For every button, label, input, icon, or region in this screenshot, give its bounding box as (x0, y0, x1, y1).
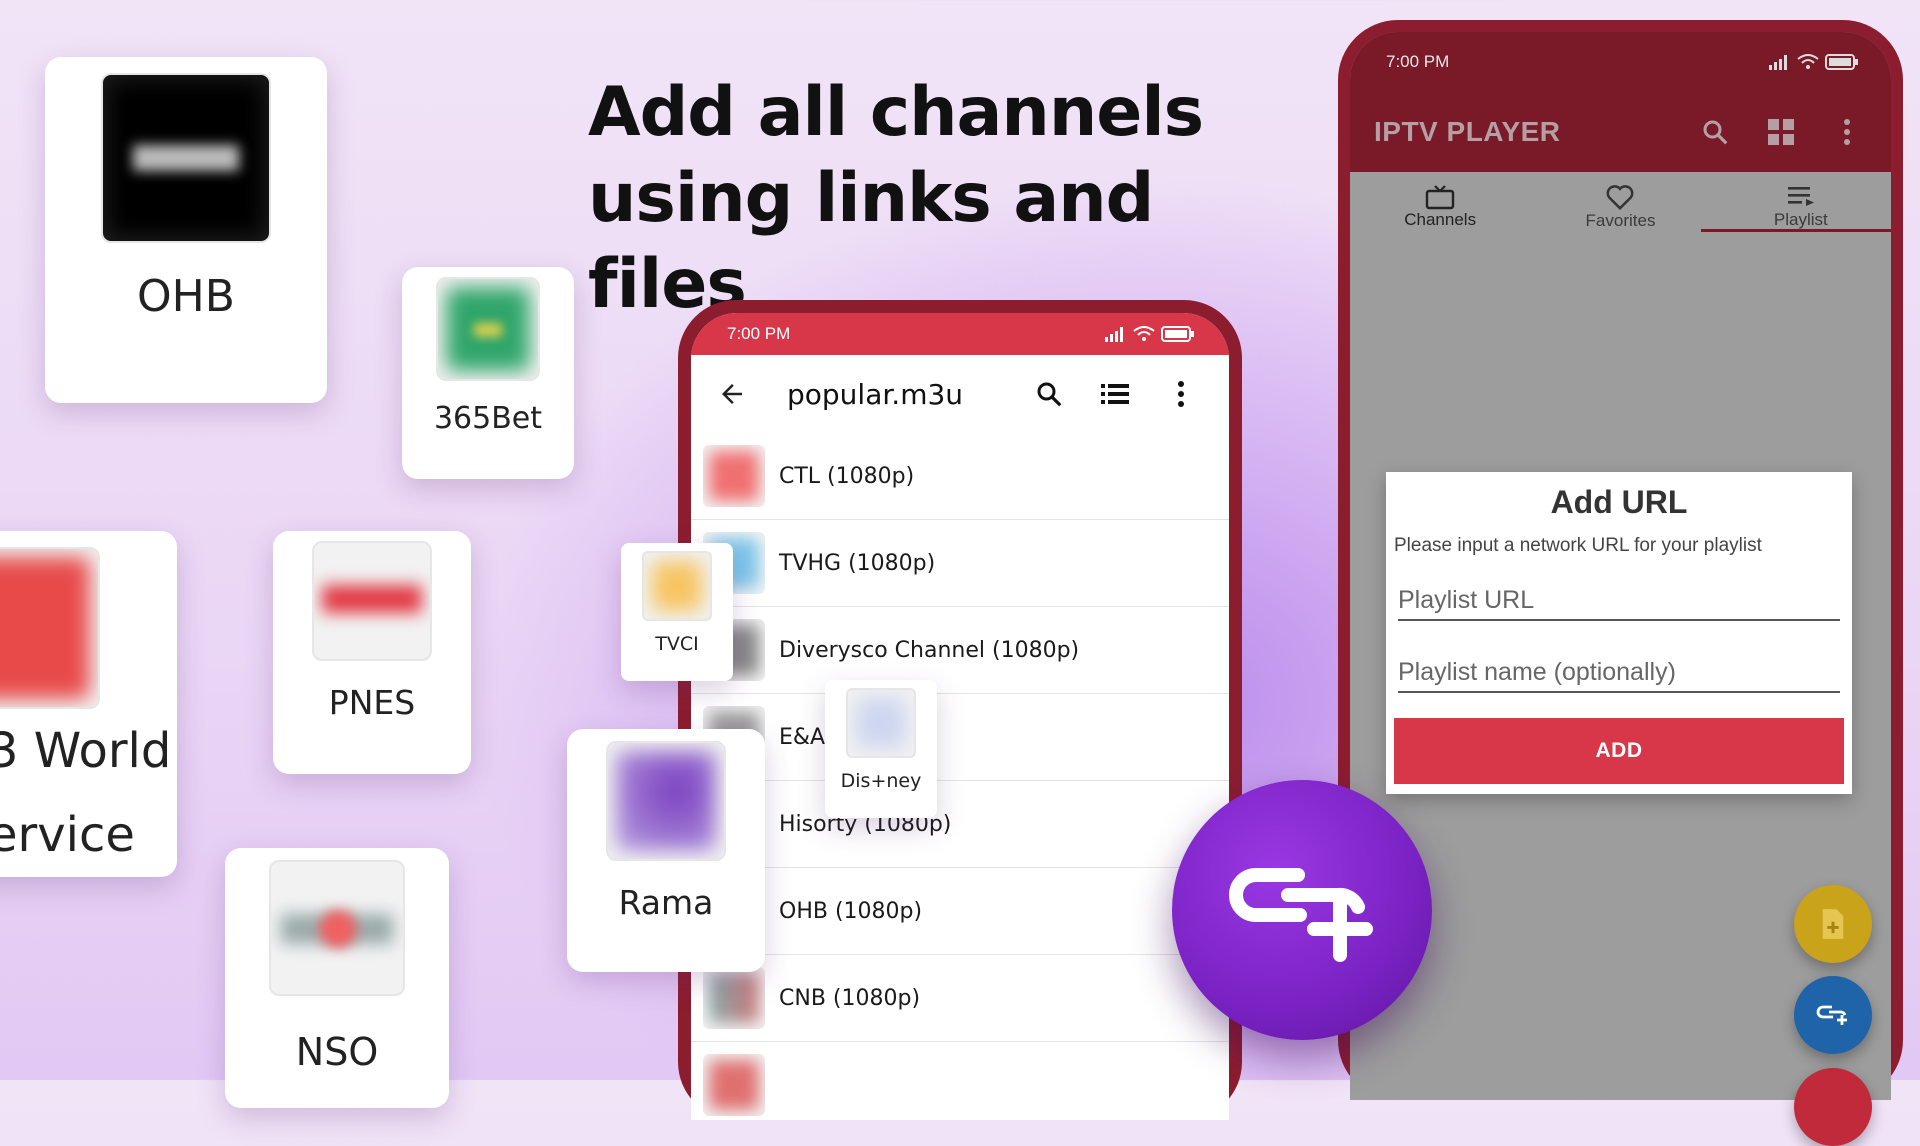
channel-name: 3 World ervice (0, 709, 171, 877)
battery-icon (1825, 54, 1858, 70)
channel-name: NSO (295, 1030, 379, 1074)
search-icon (1703, 120, 1728, 145)
tab-channels[interactable]: Channels (1350, 172, 1530, 242)
channel-name: Dis+ney (840, 770, 922, 792)
add-button[interactable]: ADD (1394, 718, 1844, 784)
add-link-fab[interactable] (1172, 780, 1432, 1040)
status-bar: 7:00 PM (1350, 32, 1891, 92)
channel-logo (0, 547, 100, 709)
list-icon (1101, 384, 1129, 404)
active-tab-indicator (1701, 229, 1891, 232)
channel-row[interactable]: TVHG (1080p) (691, 520, 1229, 607)
channel-card-world-service[interactable]: 3 World ervice (0, 531, 177, 877)
tab-bar: Channels Favorites Playlist (1350, 172, 1891, 242)
toolbar: popular.m3u (691, 355, 1229, 433)
phone-screen: 7:00 PM popular.m3u CTL (1080p) TVHG (10… (691, 313, 1229, 1120)
channel-logo (846, 688, 916, 758)
heart-icon (1607, 185, 1634, 211)
channel-row[interactable]: OHB (1080p) (691, 868, 1229, 955)
channel-thumbnail (703, 967, 765, 1029)
tab-label: Favorites (1585, 211, 1656, 230)
tab-label: Channels (1404, 210, 1477, 229)
add-link-icon (1816, 1005, 1847, 1025)
channel-card-ohb[interactable]: OHB (45, 57, 327, 403)
more-vert-icon (1844, 119, 1850, 145)
app-bar: IPTV PLAYER (1350, 92, 1891, 172)
channel-label: Diverysco Channel (1080p) (779, 637, 1080, 663)
channel-logo (101, 73, 271, 243)
headline-line-1: Add all channels (588, 73, 1204, 152)
tab-favorites[interactable]: Favorites (1530, 172, 1710, 242)
channel-row[interactable] (691, 1042, 1229, 1120)
more-options-button[interactable] (1159, 372, 1203, 416)
playlist-title: popular.m3u (787, 377, 964, 411)
channel-list: CTL (1080p) TVHG (1080p) Diverysco Chann… (691, 433, 1229, 1120)
channel-name: Rama (618, 883, 714, 922)
channel-name-line-2: ervice (0, 807, 135, 863)
grid-icon (1768, 119, 1794, 145)
add-url-fab[interactable] (1794, 976, 1872, 1054)
add-url-dialog: Add URL Please input a network URL for y… (1386, 472, 1852, 794)
channel-name: TVCI (655, 633, 699, 655)
channel-logo (269, 860, 405, 996)
channel-name: 365Bet (433, 401, 543, 436)
channel-row[interactable]: CNB (1080p) (691, 955, 1229, 1042)
playlist-url-input[interactable]: Playlist URL (1398, 586, 1840, 621)
channel-row[interactable]: E&A (691, 694, 1229, 781)
channel-logo (436, 277, 540, 381)
battery-icon (1161, 326, 1194, 342)
channel-label: TVHG (1080p) (779, 550, 936, 576)
playlist-name-input[interactable]: Playlist name (optionally) (1398, 658, 1840, 693)
signal-icon (1769, 55, 1787, 70)
channel-name: PNES (328, 683, 416, 722)
channel-row[interactable]: Diverysco Channel (1080p) (691, 607, 1229, 694)
channel-card-disney[interactable]: Dis+ney (825, 680, 937, 818)
channel-label: CNB (1080p) (779, 985, 921, 1011)
channel-name: OHB (137, 271, 235, 322)
wifi-icon (1133, 326, 1155, 341)
back-arrow-icon[interactable] (717, 379, 747, 409)
channel-card-365bet[interactable]: 365Bet (402, 267, 574, 479)
app-title: IPTV PLAYER (1374, 116, 1561, 147)
status-bar: 7:00 PM (691, 313, 1229, 355)
search-button[interactable] (1027, 372, 1071, 416)
channel-logo (606, 741, 726, 861)
tab-label: Playlist (1773, 210, 1828, 229)
channel-logo (642, 551, 712, 621)
channel-card-pnes[interactable]: PNES (273, 531, 471, 774)
channel-label: OHB (1080p) (779, 898, 923, 924)
playlist-icon (1787, 187, 1814, 206)
search-icon (1037, 382, 1062, 407)
channel-name-line-1: 3 World (0, 723, 172, 779)
more-options-button[interactable] (1825, 110, 1869, 154)
channel-row[interactable]: Hisorty (1080p) (691, 781, 1229, 868)
status-time: 7:00 PM (727, 324, 791, 343)
dialog-title: Add URL (1550, 484, 1688, 520)
channel-card-tvci[interactable]: TVCI (621, 543, 733, 681)
channel-card-nso[interactable]: NSO (225, 848, 449, 1108)
dialog-subtitle: Please input a network URL for your play… (1394, 535, 1762, 556)
tv-icon (1425, 185, 1455, 210)
signal-icon (1105, 327, 1123, 342)
channel-thumbnail (703, 445, 765, 507)
list-view-button[interactable] (1093, 372, 1137, 416)
channel-logo (312, 541, 432, 661)
headline: Add all channels using links and files (588, 70, 1308, 328)
status-icons (1105, 326, 1195, 342)
phone-playlist-view: 7:00 PM popular.m3u CTL (1080p) TVHG (10… (678, 300, 1242, 1120)
status-time: 7:00 PM (1386, 52, 1450, 71)
channel-label: CTL (1080p) (779, 463, 915, 489)
more-vert-icon (1178, 381, 1184, 407)
channel-row[interactable]: CTL (1080p) (691, 433, 1229, 520)
wifi-icon (1797, 54, 1819, 69)
add-link-icon (1229, 868, 1373, 962)
file-add-icon (1822, 909, 1844, 939)
status-icons (1769, 54, 1859, 70)
channel-thumbnail (703, 1054, 765, 1116)
add-file-fab[interactable] (1794, 885, 1872, 963)
channel-card-rama[interactable]: Rama (567, 729, 765, 972)
search-button[interactable] (1693, 110, 1737, 154)
grid-view-button[interactable] (1759, 110, 1803, 154)
channel-label: E&A (779, 724, 826, 750)
